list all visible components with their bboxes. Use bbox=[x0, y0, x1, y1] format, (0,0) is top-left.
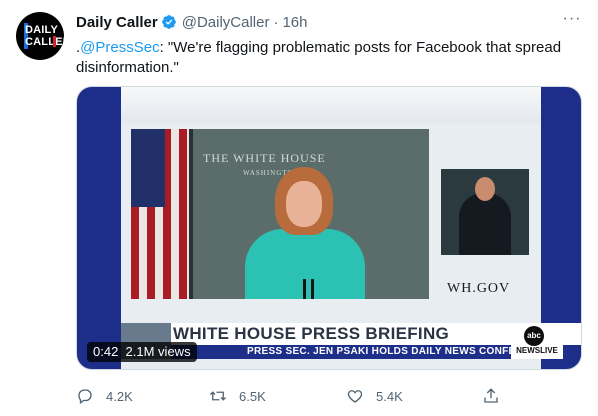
network-logo-label: NEWSLIVE bbox=[516, 346, 558, 355]
flag-canton-graphic bbox=[131, 129, 165, 207]
share-button[interactable] bbox=[482, 384, 500, 408]
action-bar: 4.2K 6.5K 5.4K bbox=[76, 384, 582, 408]
briefing-stage: THE WHITE HOUSE WASHINGTON bbox=[131, 129, 429, 299]
microphone bbox=[303, 279, 306, 299]
avatar-accent-shape bbox=[53, 36, 56, 47]
mention-link[interactable]: @PressSec bbox=[80, 39, 159, 56]
tweet-header: Daily Caller @DailyCaller · 16h bbox=[76, 12, 308, 32]
avatar-text-line2: CALLER bbox=[25, 36, 64, 48]
timestamp[interactable]: 16h bbox=[282, 14, 307, 31]
like-icon bbox=[347, 390, 363, 403]
reply-count: 4.2K bbox=[106, 388, 133, 404]
video-player[interactable]: THE WHITE HOUSE WASHINGTON WH.GOV WHITE … bbox=[76, 86, 582, 370]
network-logo: abc NEWSLIVE bbox=[511, 323, 563, 359]
video-top-lighting bbox=[121, 87, 541, 123]
tweet-text: .@PressSec: "We're flagging problematic … bbox=[76, 38, 576, 78]
video-views: 2.1M views bbox=[125, 344, 191, 359]
interpreter-body bbox=[459, 193, 511, 255]
handle[interactable]: @DailyCaller bbox=[182, 14, 270, 31]
video-duration: 0:42 bbox=[93, 344, 119, 359]
retweet-count: 6.5K bbox=[239, 388, 266, 404]
reply-button[interactable]: 4.2K bbox=[76, 384, 133, 408]
like-count: 5.4K bbox=[376, 388, 403, 404]
avatar-text-line1: DAILY bbox=[25, 24, 58, 36]
share-icon bbox=[484, 388, 498, 403]
network-logo-mark: abc bbox=[524, 326, 544, 346]
lower-third-headline: WHITE HOUSE PRESS BRIEFING bbox=[173, 324, 450, 343]
tweet-card[interactable]: DAILY CALLER Daily Caller @DailyCaller ·… bbox=[0, 0, 598, 416]
display-name[interactable]: Daily Caller bbox=[76, 14, 158, 31]
lower-third-subline: PRESS SEC. JEN PSAKI HOLDS DAILY NEWS CO… bbox=[247, 346, 553, 357]
speaker-face bbox=[286, 181, 322, 227]
video-duration-badge: 0:42 2.1M views bbox=[87, 342, 197, 362]
reply-icon bbox=[78, 389, 92, 405]
like-button[interactable]: 5.4K bbox=[346, 384, 403, 408]
speaker-figure bbox=[241, 167, 371, 299]
verified-badge-icon bbox=[161, 15, 176, 29]
microphone bbox=[311, 279, 314, 299]
more-options-icon[interactable]: ··· bbox=[560, 10, 584, 30]
site-watermark: WH.GOV bbox=[447, 281, 511, 296]
retweet-button[interactable]: 6.5K bbox=[209, 384, 266, 408]
interpreter-inset bbox=[441, 169, 529, 255]
interpreter-head bbox=[475, 177, 495, 201]
separator-dot: · bbox=[273, 13, 279, 31]
avatar[interactable]: DAILY CALLER bbox=[16, 12, 64, 60]
retweet-icon bbox=[210, 391, 226, 401]
backdrop-text: THE WHITE HOUSE bbox=[203, 151, 326, 165]
